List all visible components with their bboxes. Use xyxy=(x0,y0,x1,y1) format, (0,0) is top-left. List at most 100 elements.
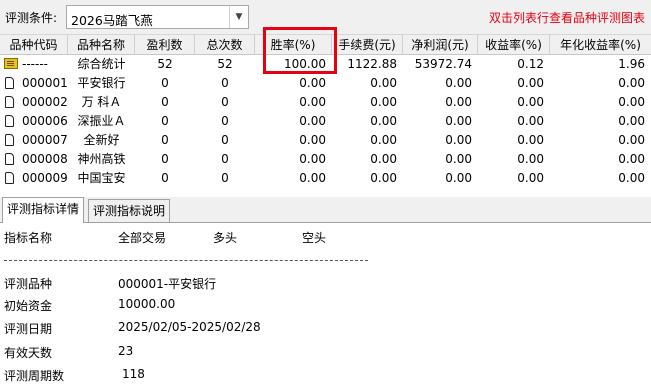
cell-wins: 0 xyxy=(161,95,169,109)
cell-profit: 0.00 xyxy=(445,95,472,109)
cell-total: 52 xyxy=(217,57,233,71)
strategy-select[interactable]: 2026马踏飞燕 ▼ xyxy=(66,5,249,29)
cell-fee: 0.00 xyxy=(370,152,397,166)
cell-profit: 0.00 xyxy=(445,152,472,166)
cell-name: 深振业Ａ xyxy=(77,114,126,128)
condition-label: 评测条件: xyxy=(5,11,58,25)
column-header-name[interactable]: 品种名称 xyxy=(68,35,135,55)
strategy-select-value: 2026马踏飞燕 xyxy=(71,13,153,28)
cell-yield: 0.12 xyxy=(517,57,544,71)
cell-total: 0 xyxy=(221,133,229,147)
detail-value-days: 23 xyxy=(118,344,134,358)
cell-winrate: 0.00 xyxy=(299,114,326,128)
cell-profit: 0.00 xyxy=(445,114,472,128)
cell-annual: 0.00 xyxy=(618,76,645,90)
cell-yield: 0.00 xyxy=(517,76,544,90)
cell-total: 0 xyxy=(221,152,229,166)
table-row[interactable]: 000006 深振业Ａ 0 0 0.00 0.00 0.00 0.00 0.00 xyxy=(0,112,651,131)
cell-annual: 0.00 xyxy=(618,95,645,109)
cell-name: 全新好 xyxy=(83,133,120,147)
cell-winrate: 0.00 xyxy=(299,152,326,166)
cell-fee: 1122.88 xyxy=(347,57,397,71)
detail-label-days: 有效天数 xyxy=(4,346,53,360)
cell-wins: 0 xyxy=(161,171,169,185)
hint-text: 双击列表行查看品种评测图表 xyxy=(488,11,645,25)
cell-fee: 0.00 xyxy=(370,133,397,147)
column-header-wins[interactable]: 盈利数 xyxy=(135,35,195,55)
detail-header-short: 空头 xyxy=(302,231,327,245)
cell-profit: 0.00 xyxy=(445,76,472,90)
table-row[interactable]: 000009 中国宝安 0 0 0.00 0.00 0.00 0.00 0.00 xyxy=(0,169,651,188)
detail-header-all: 全部交易 xyxy=(118,231,167,245)
cell-yield: 0.00 xyxy=(517,152,544,166)
table-row[interactable]: 000008 神州高铁 0 0 0.00 0.00 0.00 0.00 0.00 xyxy=(0,150,651,169)
cell-code: 000008 xyxy=(22,152,68,166)
tab-indicator-explanation[interactable]: 评测指标说明 xyxy=(88,199,171,222)
table-row[interactable]: 000001 平安银行 0 0 0.00 0.00 0.00 0.00 0.00 xyxy=(0,74,651,93)
cell-wins: 0 xyxy=(161,152,169,166)
cell-total: 0 xyxy=(221,171,229,185)
detail-panel: 指标名称 全部交易 多头 空头 评测品种 000001-平安银行 初始资金 10… xyxy=(0,223,651,388)
cell-fee: 0.00 xyxy=(370,76,397,90)
cell-code: ------ xyxy=(22,57,48,71)
cell-profit: 0.00 xyxy=(445,133,472,147)
chevron-down-icon[interactable]: ▼ xyxy=(229,6,248,28)
cell-code: 000007 xyxy=(22,133,68,147)
detail-label-capital: 初始资金 xyxy=(4,299,53,313)
detail-header-indicator: 指标名称 xyxy=(4,231,53,245)
cell-code: 000002 xyxy=(22,95,68,109)
column-header-annual[interactable]: 年化收益率(%) xyxy=(550,35,651,55)
cell-profit: 0.00 xyxy=(445,171,472,185)
cell-winrate: 0.00 xyxy=(299,95,326,109)
cell-name: 平安银行 xyxy=(77,76,126,90)
detail-label-periods: 评测周期数 xyxy=(4,369,65,383)
cell-wins: 0 xyxy=(161,133,169,147)
cell-name: 综合统计 xyxy=(77,57,126,71)
cell-code: 000006 xyxy=(22,114,68,128)
tab-indicator-details[interactable]: 评测指标详情 xyxy=(2,197,85,223)
cell-yield: 0.00 xyxy=(517,95,544,109)
detail-value-periods: 118 xyxy=(122,367,145,381)
cell-annual: 0.00 xyxy=(618,114,645,128)
column-header-code[interactable]: 品种代码 xyxy=(0,35,68,55)
table-row[interactable]: 000002 万 科Ａ 0 0 0.00 0.00 0.00 0.00 0.00 xyxy=(0,93,651,112)
cell-total: 0 xyxy=(221,114,229,128)
detail-value-symbol: 000001-平安银行 xyxy=(118,277,217,291)
detail-value-capital: 10000.00 xyxy=(118,297,176,311)
column-header-yield[interactable]: 收益率(%) xyxy=(478,35,550,55)
cell-winrate: 0.00 xyxy=(299,76,326,90)
cell-total: 0 xyxy=(221,95,229,109)
column-header-fee[interactable]: 手续费(元) xyxy=(332,35,403,55)
cell-fee: 0.00 xyxy=(370,114,397,128)
cell-annual: 0.00 xyxy=(618,133,645,147)
cell-annual: 0.00 xyxy=(618,152,645,166)
cell-name: 神州高铁 xyxy=(77,152,126,166)
divider xyxy=(4,260,368,261)
detail-label-symbol: 评测品种 xyxy=(4,277,53,291)
detail-label-date: 评测日期 xyxy=(4,322,53,336)
cell-annual: 1.96 xyxy=(618,57,645,71)
cell-yield: 0.00 xyxy=(517,133,544,147)
cell-fee: 0.00 xyxy=(370,171,397,185)
cell-yield: 0.00 xyxy=(517,171,544,185)
cell-total: 0 xyxy=(221,76,229,90)
cell-winrate: 0.00 xyxy=(299,133,326,147)
detail-tabbar: 评测指标详情 评测指标说明 xyxy=(0,197,651,223)
detail-value-date: 2025/02/05-2025/02/28 xyxy=(118,320,261,334)
detail-header-long: 多头 xyxy=(213,231,238,245)
cell-wins: 0 xyxy=(161,76,169,90)
cell-name: 万 科Ａ xyxy=(81,95,122,109)
column-header-profit[interactable]: 净利润(元) xyxy=(403,35,478,55)
cell-code: 000009 xyxy=(22,171,68,185)
cell-fee: 0.00 xyxy=(370,95,397,109)
table-row[interactable]: 000007 全新好 0 0 0.00 0.00 0.00 0.00 0.00 xyxy=(0,131,651,150)
cell-name: 中国宝安 xyxy=(77,171,126,185)
cell-yield: 0.00 xyxy=(517,114,544,128)
cell-wins: 52 xyxy=(157,57,173,71)
cell-winrate: 0.00 xyxy=(299,171,326,185)
cell-annual: 0.00 xyxy=(618,171,645,185)
cell-wins: 0 xyxy=(161,114,169,128)
cell-code: 000001 xyxy=(22,76,68,90)
column-header-total[interactable]: 总次数 xyxy=(195,35,255,55)
winrate-highlight-box xyxy=(263,27,337,74)
